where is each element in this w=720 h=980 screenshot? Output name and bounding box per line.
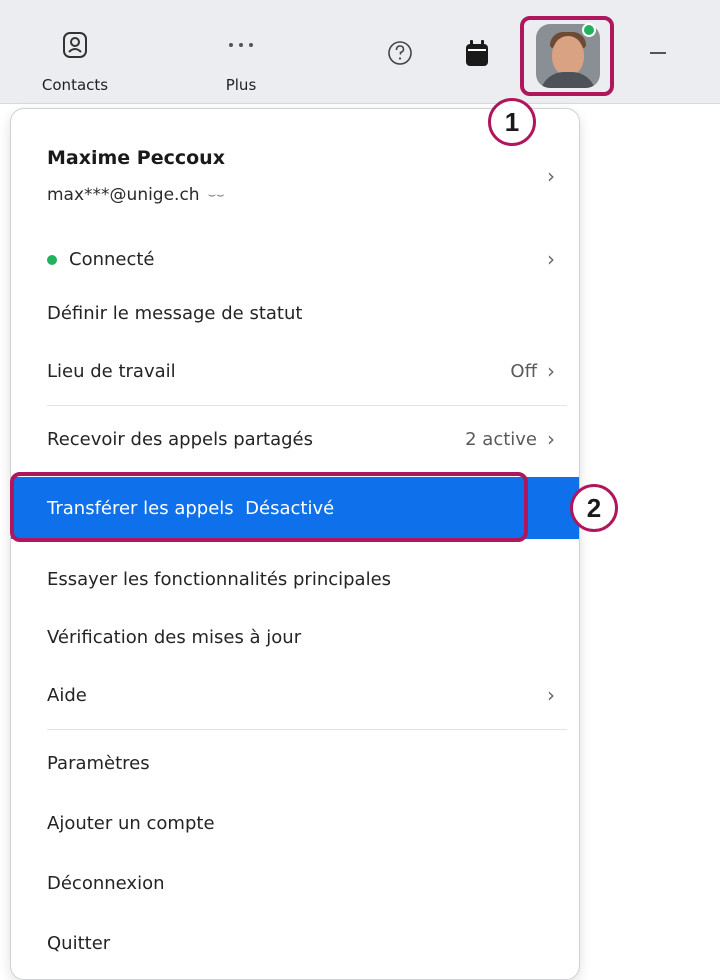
more-tab[interactable]: Plus (196, 30, 286, 94)
annotation-badge-2: 2 (570, 484, 618, 532)
set-status-message-label: Définir le message de statut (47, 302, 303, 324)
try-features-label: Essayer les fonctionnalités principales (47, 568, 392, 590)
menu-item-workplace[interactable]: Lieu de travail Off › (11, 351, 579, 391)
menu-item-status[interactable]: Connecté › (11, 239, 579, 279)
annotation-highlight-forward-calls (10, 472, 528, 542)
menu-item-add-account[interactable]: Ajouter un compte (11, 803, 579, 843)
help-label: Aide (47, 684, 87, 706)
menu-item-settings[interactable]: Paramètres (11, 743, 579, 783)
menu-item-sign-out[interactable]: Déconnexion (11, 863, 579, 903)
minimize-icon[interactable] (650, 52, 666, 54)
shared-calls-value: 2 active (465, 428, 537, 450)
calendar-icon (466, 40, 488, 66)
annotation-badge-1: 1 (488, 98, 536, 146)
menu-divider (47, 729, 567, 730)
status-label-wrap: Connecté (47, 249, 155, 270)
calendar-button[interactable] (462, 36, 492, 70)
menu-item-check-updates[interactable]: Vérification des mises à jour (11, 617, 579, 657)
status-text: Connecté (69, 248, 155, 270)
more-label: Plus (225, 76, 257, 94)
menu-item-set-status-message[interactable]: Définir le message de statut (11, 293, 579, 333)
quit-label: Quitter (47, 932, 111, 954)
workplace-value: Off (510, 360, 537, 382)
contacts-label: Contacts (41, 76, 109, 94)
chevron-right-icon: › (547, 683, 555, 707)
annotation-highlight-avatar (520, 16, 614, 96)
workplace-label: Lieu de travail (47, 360, 176, 382)
top-toolbar: Contacts Plus (0, 0, 720, 104)
menu-item-quit[interactable]: Quitter (11, 923, 579, 963)
chevron-right-icon: › (547, 247, 555, 271)
profile-dropdown-menu: Maxime Peccoux max***@unige.ch ⌣⌣ › Conn… (10, 108, 580, 980)
help-icon (388, 41, 412, 65)
contacts-icon (30, 30, 120, 60)
settings-label: Paramètres (47, 752, 150, 774)
menu-item-help[interactable]: Aide › (11, 675, 579, 715)
add-account-label: Ajouter un compte (47, 812, 215, 834)
check-updates-label: Vérification des mises à jour (47, 626, 302, 648)
chevron-right-icon: › (547, 359, 555, 383)
menu-item-shared-calls[interactable]: Recevoir des appels partagés 2 active › (11, 419, 579, 459)
more-dots-icon (196, 30, 286, 60)
help-button[interactable] (385, 38, 415, 68)
chevron-right-icon: › (547, 164, 555, 188)
chevron-right-icon: › (547, 427, 555, 451)
contacts-tab[interactable]: Contacts (30, 30, 120, 94)
menu-item-try-features[interactable]: Essayer les fonctionnalités principales (11, 559, 579, 599)
shared-calls-label: Recevoir des appels partagés (47, 428, 314, 450)
online-status-dot (47, 254, 57, 265)
menu-divider (47, 405, 567, 406)
profile-chevron-row: › (11, 161, 579, 191)
sign-out-label: Déconnexion (47, 872, 165, 894)
